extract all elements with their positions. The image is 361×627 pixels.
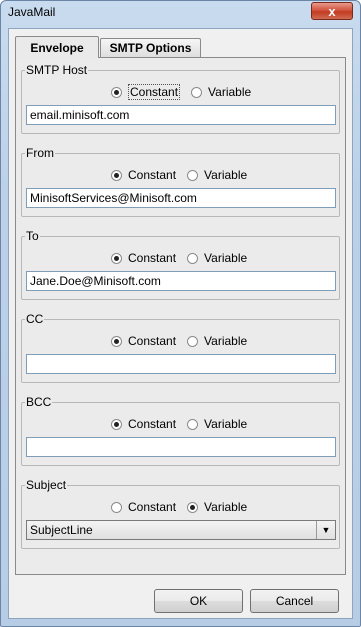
radio-selected-icon — [111, 418, 122, 430]
from-input[interactable]: MinisoftServices@Minisoft.com — [26, 188, 336, 208]
bcc-constant-radio[interactable]: Constant — [111, 417, 176, 431]
smtp-host-group: SMTP Host Constant Variable email.miniso… — [21, 63, 340, 134]
radio-label: Constant — [128, 251, 177, 265]
subject-variable-radio[interactable]: Variable — [187, 500, 247, 514]
from-group: From Constant Variable MinisoftServices@… — [21, 146, 340, 217]
subject-legend: Subject — [25, 478, 68, 492]
radio-label: Variable — [204, 334, 248, 348]
radio-label: Constant — [128, 84, 181, 100]
from-variable-radio[interactable]: Variable — [187, 168, 247, 182]
envelope-panel: SMTP Host Constant Variable email.miniso… — [15, 57, 346, 575]
radio-label: Variable — [208, 85, 252, 99]
radio-unselected-icon — [187, 335, 199, 347]
close-button[interactable]: x — [311, 2, 353, 20]
radio-label: Constant — [128, 417, 177, 431]
cc-radios: Constant Variable — [111, 333, 258, 349]
from-legend: From — [25, 146, 55, 160]
javamail-dialog: JavaMail x Envelope SMTP Options SMTP Ho… — [0, 0, 361, 627]
cc-constant-radio[interactable]: Constant — [111, 334, 176, 348]
tab-envelope[interactable]: Envelope — [15, 36, 99, 58]
radio-unselected-icon — [187, 252, 199, 264]
dialog-content: Envelope SMTP Options SMTP Host Constant… — [8, 28, 353, 619]
subject-radios: Constant Variable — [111, 499, 258, 515]
radio-label: Constant — [128, 168, 177, 182]
bcc-variable-radio[interactable]: Variable — [187, 417, 247, 431]
cancel-button-label: Cancel — [275, 594, 314, 608]
chevron-down-icon[interactable]: ▼ — [316, 521, 335, 539]
bcc-radios: Constant Variable — [111, 416, 258, 432]
window-title: JavaMail — [8, 5, 56, 19]
cc-variable-radio[interactable]: Variable — [187, 334, 247, 348]
to-input[interactable]: Jane.Doe@Minisoft.com — [26, 271, 336, 291]
radio-label: Variable — [204, 417, 248, 431]
radio-label: Variable — [204, 251, 248, 265]
smtp-host-input[interactable]: email.minisoft.com — [26, 105, 336, 125]
to-variable-radio[interactable]: Variable — [187, 251, 247, 265]
radio-selected-icon — [111, 86, 122, 98]
radio-selected-icon — [111, 335, 122, 347]
to-constant-radio[interactable]: Constant — [111, 251, 176, 265]
subject-dropdown[interactable]: SubjectLine ▼ — [26, 520, 336, 540]
radio-unselected-icon — [187, 169, 199, 181]
radio-label: Variable — [204, 168, 248, 182]
cc-input[interactable] — [26, 354, 336, 374]
bcc-legend: BCC — [25, 395, 53, 409]
radio-unselected-icon — [191, 86, 203, 98]
subject-dropdown-value: SubjectLine — [30, 523, 93, 537]
radio-unselected-icon — [111, 501, 122, 513]
radio-selected-icon — [111, 252, 122, 264]
radio-selected-icon — [111, 169, 122, 181]
bcc-input[interactable] — [26, 437, 336, 457]
cancel-button[interactable]: Cancel — [250, 589, 339, 613]
radio-label: Constant — [128, 500, 177, 514]
to-radios: Constant Variable — [111, 250, 258, 266]
subject-constant-radio[interactable]: Constant — [111, 500, 176, 514]
close-icon: x — [328, 3, 336, 19]
bcc-group: BCC Constant Variable — [21, 395, 340, 466]
title-bar[interactable]: JavaMail x — [1, 1, 360, 23]
smtp-host-radios: Constant Variable — [111, 84, 262, 100]
from-constant-radio[interactable]: Constant — [111, 168, 176, 182]
ok-button[interactable]: OK — [154, 589, 243, 613]
radio-selected-icon — [187, 501, 199, 513]
radio-unselected-icon — [187, 418, 199, 430]
radio-label: Variable — [204, 500, 248, 514]
subject-group: Subject Constant Variable SubjectLine ▼ — [21, 478, 340, 549]
cc-group: CC Constant Variable — [21, 312, 340, 383]
from-radios: Constant Variable — [111, 167, 258, 183]
smtp-host-variable-radio[interactable]: Variable — [191, 85, 251, 99]
smtp-host-constant-radio[interactable]: Constant — [111, 84, 181, 100]
tab-smtp-options[interactable]: SMTP Options — [100, 38, 201, 57]
smtp-host-legend: SMTP Host — [25, 63, 89, 77]
radio-label: Constant — [128, 334, 177, 348]
to-group: To Constant Variable Jane.Doe@Minisoft.c… — [21, 229, 340, 300]
to-legend: To — [25, 229, 40, 243]
cc-legend: CC — [25, 312, 45, 326]
ok-button-label: OK — [189, 594, 208, 608]
